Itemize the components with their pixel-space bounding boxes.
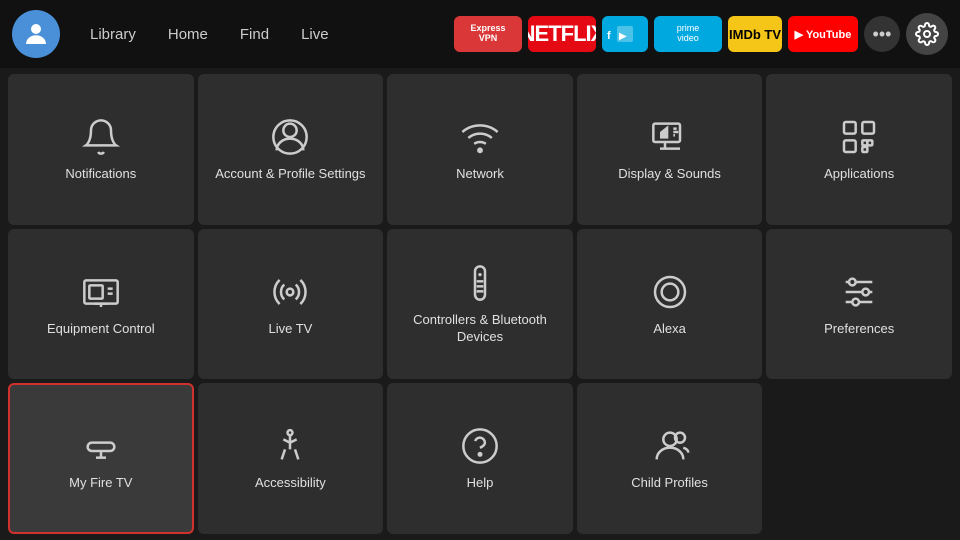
app-expressvpn[interactable]: ExpressVPN (454, 16, 522, 52)
sliders-icon (835, 271, 883, 313)
nav-links: Library Home Find Live (76, 20, 343, 49)
applications-label: Applications (824, 166, 894, 183)
live-tv-label: Live TV (268, 321, 312, 338)
broadcast-icon (266, 271, 314, 313)
grid-controllers-bluetooth[interactable]: Controllers & Bluetooth Devices (387, 229, 573, 380)
network-label: Network (456, 166, 504, 183)
controllers-bluetooth-label: Controllers & Bluetooth Devices (397, 312, 563, 346)
child-profiles-label: Child Profiles (631, 475, 708, 492)
fire-stick-icon (77, 425, 125, 467)
app-netflix[interactable]: NETFLIX (528, 16, 596, 52)
grid-applications[interactable]: Applications (766, 74, 952, 225)
grid-preferences[interactable]: Preferences (766, 229, 952, 380)
grid-display-sounds[interactable]: Display & Sounds (577, 74, 763, 225)
display-sounds-label: Display & Sounds (618, 166, 721, 183)
child-profile-icon (646, 425, 694, 467)
grid-child-profiles[interactable]: Child Profiles (577, 383, 763, 534)
remote-icon (456, 262, 504, 304)
svg-text:▶: ▶ (619, 31, 627, 42)
settings-button[interactable] (906, 13, 948, 55)
svg-text:f: f (607, 30, 611, 42)
empty-cell (766, 383, 952, 534)
grid-account-profile[interactable]: Account & Profile Settings (198, 74, 384, 225)
display-sound-icon (646, 116, 694, 158)
bell-icon (77, 116, 125, 158)
nav-home[interactable]: Home (154, 20, 222, 49)
my-fire-tv-label: My Fire TV (69, 475, 132, 492)
accessibility-label: Accessibility (255, 475, 326, 492)
grid-accessibility[interactable]: Accessibility (198, 383, 384, 534)
settings-grid: Notifications Account & Profile Settings… (0, 68, 960, 540)
alexa-icon (646, 271, 694, 313)
help-label: Help (467, 475, 494, 492)
grid-equipment-control[interactable]: Equipment Control (8, 229, 194, 380)
alexa-label: Alexa (653, 321, 686, 338)
grid-alexa[interactable]: Alexa (577, 229, 763, 380)
account-profile-label: Account & Profile Settings (215, 166, 365, 183)
top-navigation: Library Home Find Live ExpressVPN NETFLI… (0, 0, 960, 68)
grid-my-fire-tv[interactable]: My Fire TV (8, 383, 194, 534)
app-imdb[interactable]: IMDb TV (728, 16, 782, 52)
user-circle-icon (266, 116, 314, 158)
preferences-label: Preferences (824, 321, 894, 338)
help-circle-icon (456, 425, 504, 467)
nav-find[interactable]: Find (226, 20, 283, 49)
grid-live-tv[interactable]: Live TV (198, 229, 384, 380)
user-avatar[interactable] (12, 10, 60, 58)
app-youtube[interactable]: ▶ YouTube (788, 16, 858, 52)
nav-library[interactable]: Library (76, 20, 150, 49)
wifi-icon (456, 116, 504, 158)
more-apps-button[interactable]: ••• (864, 16, 900, 52)
tv-monitor-icon (77, 271, 125, 313)
equipment-control-label: Equipment Control (47, 321, 155, 338)
notifications-label: Notifications (65, 166, 136, 183)
apps-icon (835, 116, 883, 158)
app-prime[interactable]: primevideo (654, 16, 722, 52)
app-shortcuts: ExpressVPN NETFLIX f ▶ primevideo IMDb T… (454, 13, 948, 55)
nav-live[interactable]: Live (287, 20, 343, 49)
app-freevee[interactable]: f ▶ (602, 16, 648, 52)
grid-notifications[interactable]: Notifications (8, 74, 194, 225)
grid-network[interactable]: Network (387, 74, 573, 225)
grid-help[interactable]: Help (387, 383, 573, 534)
accessibility-icon (266, 425, 314, 467)
